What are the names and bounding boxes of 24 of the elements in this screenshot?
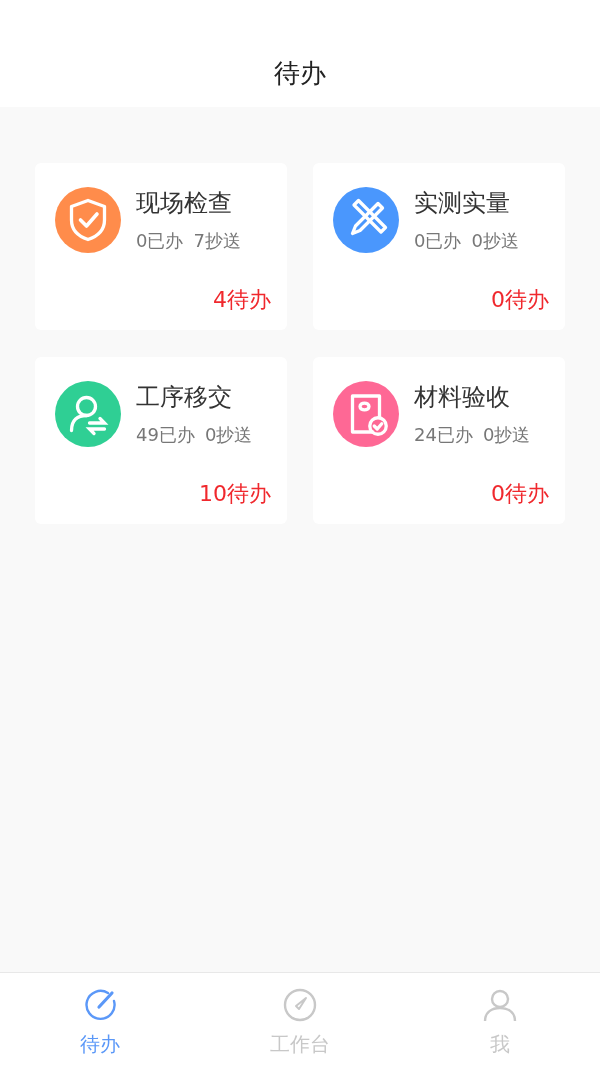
compass-icon	[282, 987, 318, 1023]
module-card[interactable]: 实测实量 0已办 0抄送 0待办	[313, 163, 565, 330]
card-title: 工序移交	[136, 382, 233, 413]
cc-count: 0抄送	[204, 423, 253, 447]
person-icon	[482, 987, 518, 1023]
module-card[interactable]: 现场检查 0已办 7抄送 4待办	[35, 163, 287, 330]
cc-count: 0抄送	[482, 423, 531, 447]
done-count: 0已办	[136, 229, 184, 253]
page-title: 待办	[274, 57, 326, 90]
done-count: 24已办	[414, 423, 473, 447]
done-count: 0已办	[414, 229, 462, 253]
card-title: 实测实量	[414, 188, 511, 219]
card-title: 材料验收	[414, 382, 511, 413]
pending-count: 4待办	[213, 286, 271, 314]
pending-count: 10待办	[199, 480, 271, 508]
cc-count: 7抄送	[193, 229, 241, 253]
edit-icon	[82, 987, 118, 1023]
pending-count: 0待办	[491, 286, 549, 314]
card-title: 现场检查	[136, 188, 233, 219]
module-card[interactable]: 工序移交 49已办 0抄送 10待办	[35, 357, 287, 524]
cc-count: 0抄送	[471, 229, 519, 253]
pending-count: 0待办	[491, 480, 549, 508]
done-count: 49已办	[136, 423, 195, 447]
module-card[interactable]: 材料验收 24已办 0抄送 0待办	[313, 357, 565, 524]
